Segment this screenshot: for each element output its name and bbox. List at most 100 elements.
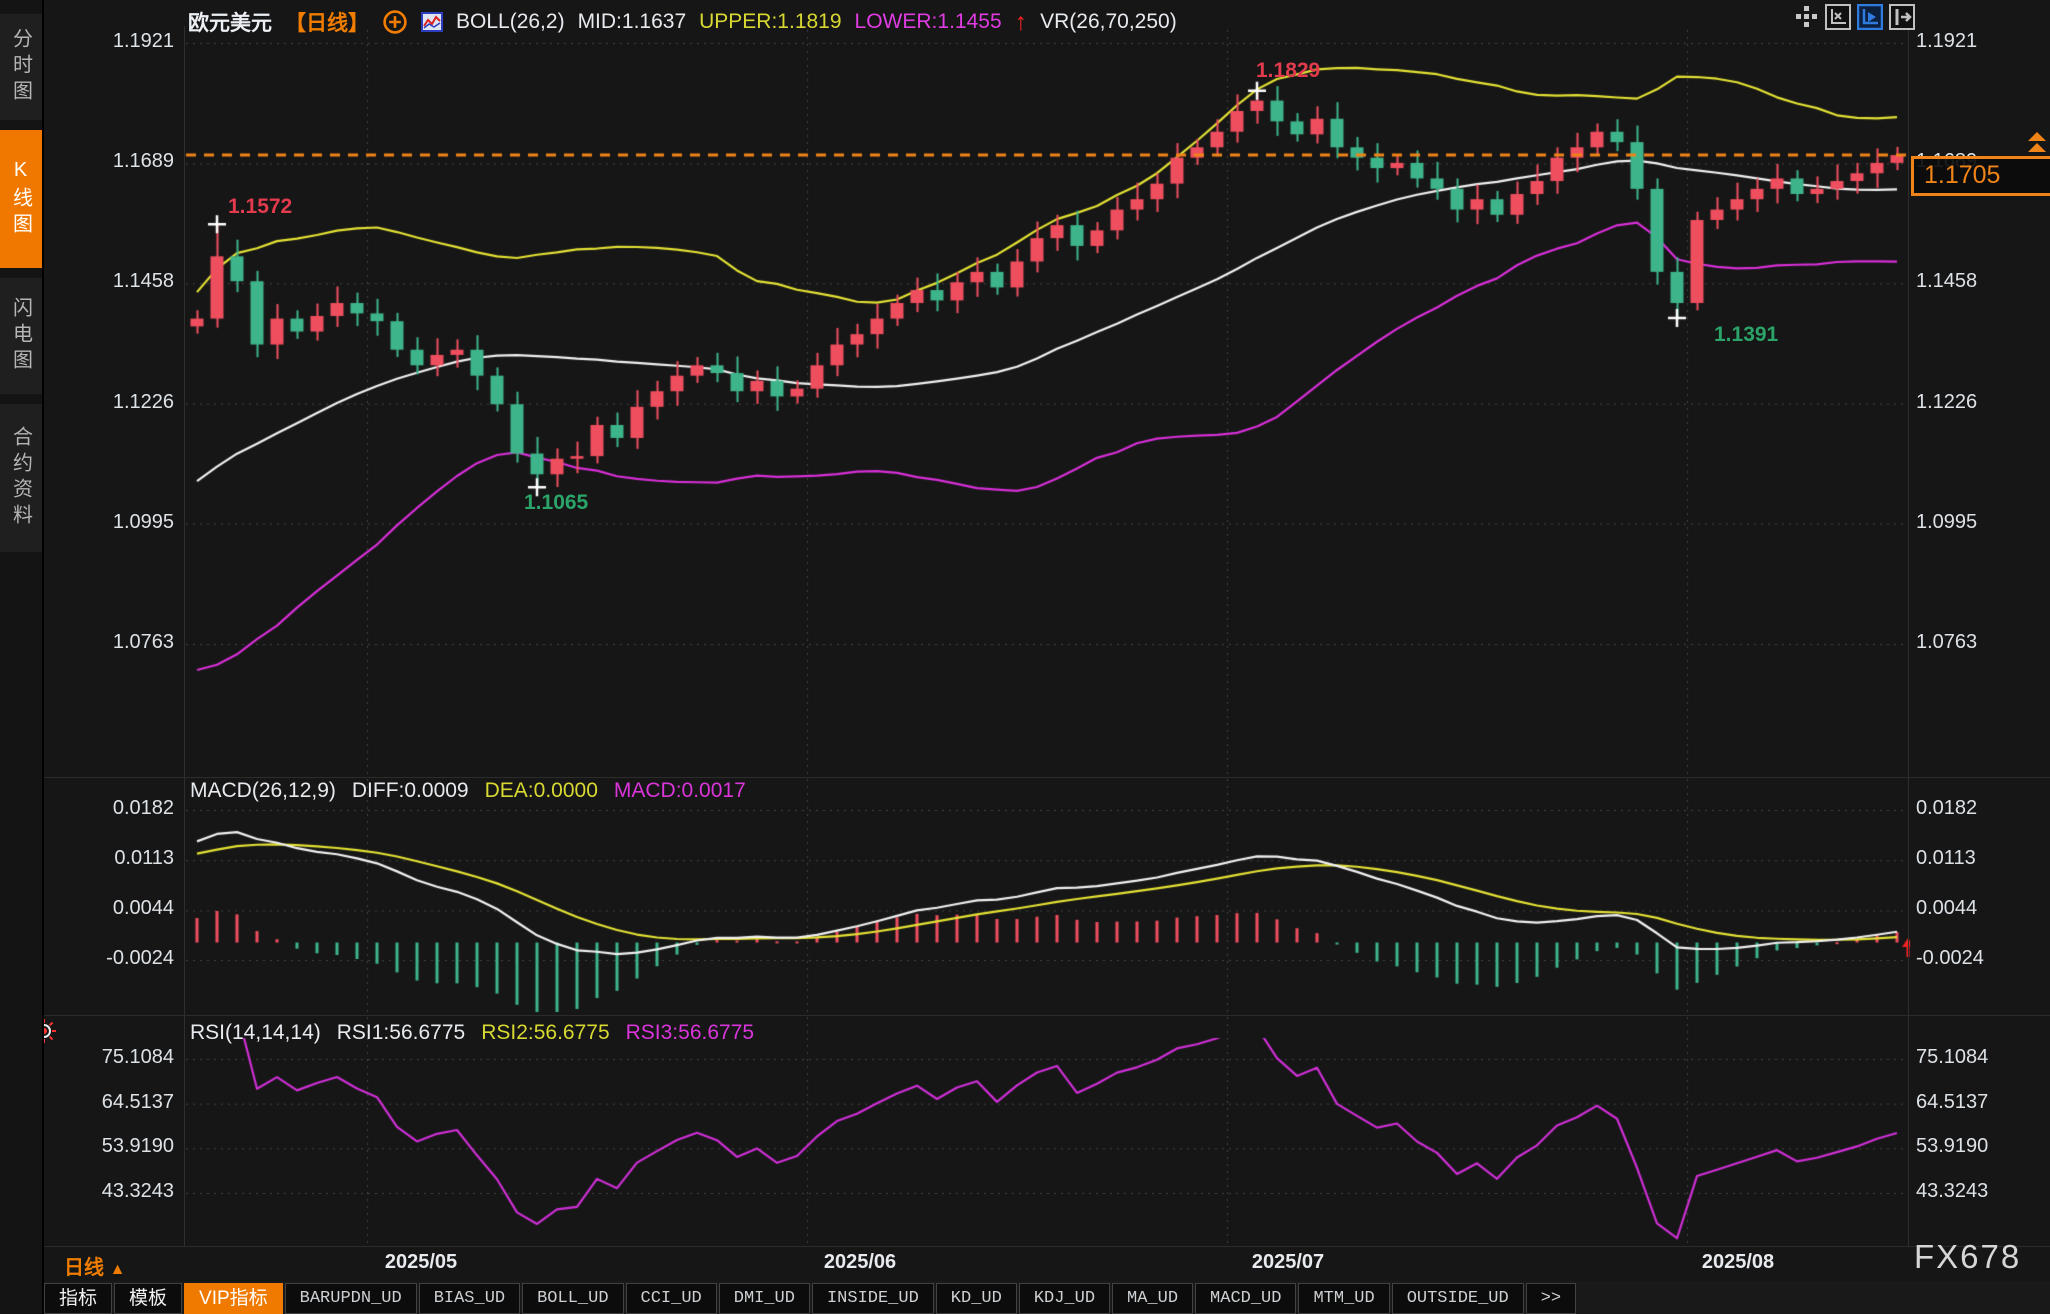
tab-cci-ud[interactable]: CCI_UD — [626, 1283, 717, 1314]
swing-low-label: 1.1065 — [524, 491, 588, 515]
tab-vip-indicators[interactable]: VIP指标 — [184, 1283, 283, 1314]
trading-app-window: 分时图 K线图 闪电图 合约资料 欧元美元 【日线】 BOLL(26,2) MI… — [0, 0, 2050, 1314]
price-axis-label: 1.1226 — [60, 391, 174, 414]
tab-dmi-ud[interactable]: DMI_UD — [719, 1283, 810, 1314]
pan-right-icon[interactable] — [1889, 4, 1915, 30]
macd-axis-label: 0.0182 — [1916, 797, 1977, 820]
price-axis-label: 1.1921 — [60, 30, 174, 53]
tab-bias-ud[interactable]: BIAS_UD — [419, 1283, 520, 1314]
rsi-title[interactable]: RSI(14,14,14) — [190, 1021, 321, 1045]
tab-templates[interactable]: 模板 — [114, 1283, 182, 1314]
tab-boll-ud[interactable]: BOLL_UD — [522, 1283, 623, 1314]
sidebar: 分时图 K线图 闪电图 合约资料 — [0, 0, 44, 1314]
swing-high-label: 1.1829 — [1256, 59, 1320, 83]
macd-axis-label: 0.0044 — [60, 897, 174, 920]
price-axis-label: 1.1921 — [1916, 30, 1977, 53]
boll-upper-value: UPPER:1.1819 — [699, 10, 841, 34]
chart-canvas[interactable] — [0, 0, 2050, 1314]
period-selector[interactable]: 日线 ▲ — [64, 1251, 125, 1280]
macd-axis-label: 0.0113 — [60, 847, 174, 870]
macd-dea-value: DEA:0.0000 — [485, 779, 598, 803]
rsi-axis-label: 75.1084 — [1916, 1046, 1988, 1069]
tab-inside-ud[interactable]: INSIDE_UD — [812, 1283, 934, 1314]
sidebar-item-flash-chart[interactable]: 闪电图 — [0, 278, 42, 394]
tab-indicators[interactable]: 指标 — [44, 1283, 112, 1314]
price-axis-label: 1.0763 — [60, 631, 174, 654]
chart-tool-buttons — [1793, 4, 1915, 30]
triangle-up-icon: ▲ — [110, 1261, 126, 1278]
sidebar-item-label: 合约资料 — [7, 426, 36, 530]
rsi3-value: RSI3:56.6775 — [626, 1021, 754, 1045]
panel-divider — [42, 1015, 2050, 1016]
period-tag[interactable]: 【日线】 — [285, 7, 369, 37]
period-selector-label: 日线 — [64, 1257, 104, 1279]
up-arrow-icon: ↑ — [1015, 12, 1028, 32]
price-axis-label: 1.1458 — [1916, 270, 1977, 293]
macd-diff-value: DIFF:0.0009 — [352, 779, 469, 803]
x-axis-month-label: 2025/08 — [1702, 1251, 1774, 1274]
chart-header: 欧元美元 【日线】 BOLL(26,2) MID:1.1637 UPPER:1.… — [188, 7, 1177, 37]
plot-left-border — [184, 26, 185, 1246]
sidebar-item-label: 闪电图 — [7, 297, 36, 375]
tab-macd-ud[interactable]: MACD_UD — [1195, 1283, 1296, 1314]
tab-barupdn-ud[interactable]: BARUPDN_UD — [285, 1283, 417, 1314]
panel-divider — [42, 1246, 2050, 1247]
rsi-axis-label: 53.9190 — [60, 1135, 174, 1158]
price-axis-label: 1.1226 — [1916, 391, 1977, 414]
price-axis-label: 1.1689 — [60, 150, 174, 173]
double-up-arrow-icon — [2026, 131, 2048, 155]
x-axis-month-label: 2025/06 — [824, 1251, 896, 1274]
plot-right-border — [1908, 26, 1909, 1246]
price-axis-label: 1.0763 — [1916, 631, 1977, 654]
price-axis-label: 1.0995 — [1916, 511, 1977, 534]
watermark: FX678 — [1914, 1238, 2021, 1276]
tab-mtm-ud[interactable]: MTM_UD — [1298, 1283, 1389, 1314]
macd-title-row: MACD(26,12,9) DIFF:0.0009 DEA:0.0000 MAC… — [190, 779, 746, 803]
price-axis-label: 1.0995 — [60, 511, 174, 534]
play-axes-icon-active[interactable] — [1857, 4, 1883, 30]
sidebar-item-label: K线图 — [7, 159, 36, 239]
candle-chart-icon[interactable] — [421, 12, 443, 32]
swing-low-label: 1.1391 — [1714, 323, 1778, 347]
bottom-toolbar: 指标 模板 VIP指标 BARUPDN_UD BIAS_UD BOLL_UD C… — [44, 1283, 1576, 1314]
rsi-axis-label: 43.3243 — [60, 1180, 174, 1203]
macd-macd-value: MACD:0.0017 — [614, 779, 746, 803]
rsi2-value: RSI2:56.6775 — [481, 1021, 609, 1045]
x-axis-month-label: 2025/07 — [1252, 1251, 1324, 1274]
tab-kd-ud[interactable]: KD_UD — [936, 1283, 1017, 1314]
x-axis-month-label: 2025/05 — [385, 1251, 457, 1274]
tab-kdj-ud[interactable]: KDJ_UD — [1019, 1283, 1110, 1314]
rsi-axis-label: 64.5137 — [1916, 1091, 1988, 1114]
boll-title: BOLL(26,2) — [456, 10, 565, 34]
sidebar-item-kline-chart[interactable]: K线图 — [0, 130, 42, 268]
rsi1-value: RSI1:56.6775 — [337, 1021, 465, 1045]
circle-plus-icon[interactable] — [382, 9, 408, 35]
rsi-axis-label: 53.9190 — [1916, 1135, 1988, 1158]
rsi-title-row: RSI(14,14,14) RSI1:56.6775 RSI2:56.6775 … — [190, 1021, 754, 1045]
sidebar-item-contract-info[interactable]: 合约资料 — [0, 404, 42, 552]
boll-lower-value: LOWER:1.1455 — [855, 10, 1002, 34]
symbol-name[interactable]: 欧元美元 — [188, 7, 272, 37]
tab-more[interactable]: >> — [1526, 1283, 1576, 1314]
macd-axis-label: -0.0024 — [1916, 947, 1984, 970]
boll-mid-value: MID:1.1637 — [578, 10, 687, 34]
macd-axis-label: 0.0182 — [60, 797, 174, 820]
panel-divider — [42, 777, 2050, 778]
vr-title: VR(26,70,250) — [1040, 10, 1177, 34]
move-crosshair-icon[interactable] — [1793, 4, 1819, 30]
tab-outside-ud[interactable]: OUTSIDE_UD — [1392, 1283, 1524, 1314]
price-axis-label: 1.1458 — [60, 270, 174, 293]
sidebar-item-timeline-chart[interactable]: 分时图 — [0, 14, 42, 120]
axes-scale-icon[interactable] — [1825, 4, 1851, 30]
rsi-axis-label: 43.3243 — [1916, 1180, 1988, 1203]
macd-title[interactable]: MACD(26,12,9) — [190, 779, 336, 803]
last-price-box[interactable]: 1.1705 — [1911, 156, 2050, 196]
macd-axis-label: 0.0044 — [1916, 897, 1977, 920]
macd-axis-label: 0.0113 — [1916, 847, 1976, 870]
rsi-axis-label: 75.1084 — [60, 1046, 174, 1069]
tab-ma-ud[interactable]: MA_UD — [1112, 1283, 1193, 1314]
rsi-axis-label: 64.5137 — [60, 1091, 174, 1114]
swing-high-label: 1.1572 — [228, 195, 292, 219]
sidebar-item-label: 分时图 — [7, 28, 36, 106]
macd-axis-label: -0.0024 — [60, 947, 174, 970]
